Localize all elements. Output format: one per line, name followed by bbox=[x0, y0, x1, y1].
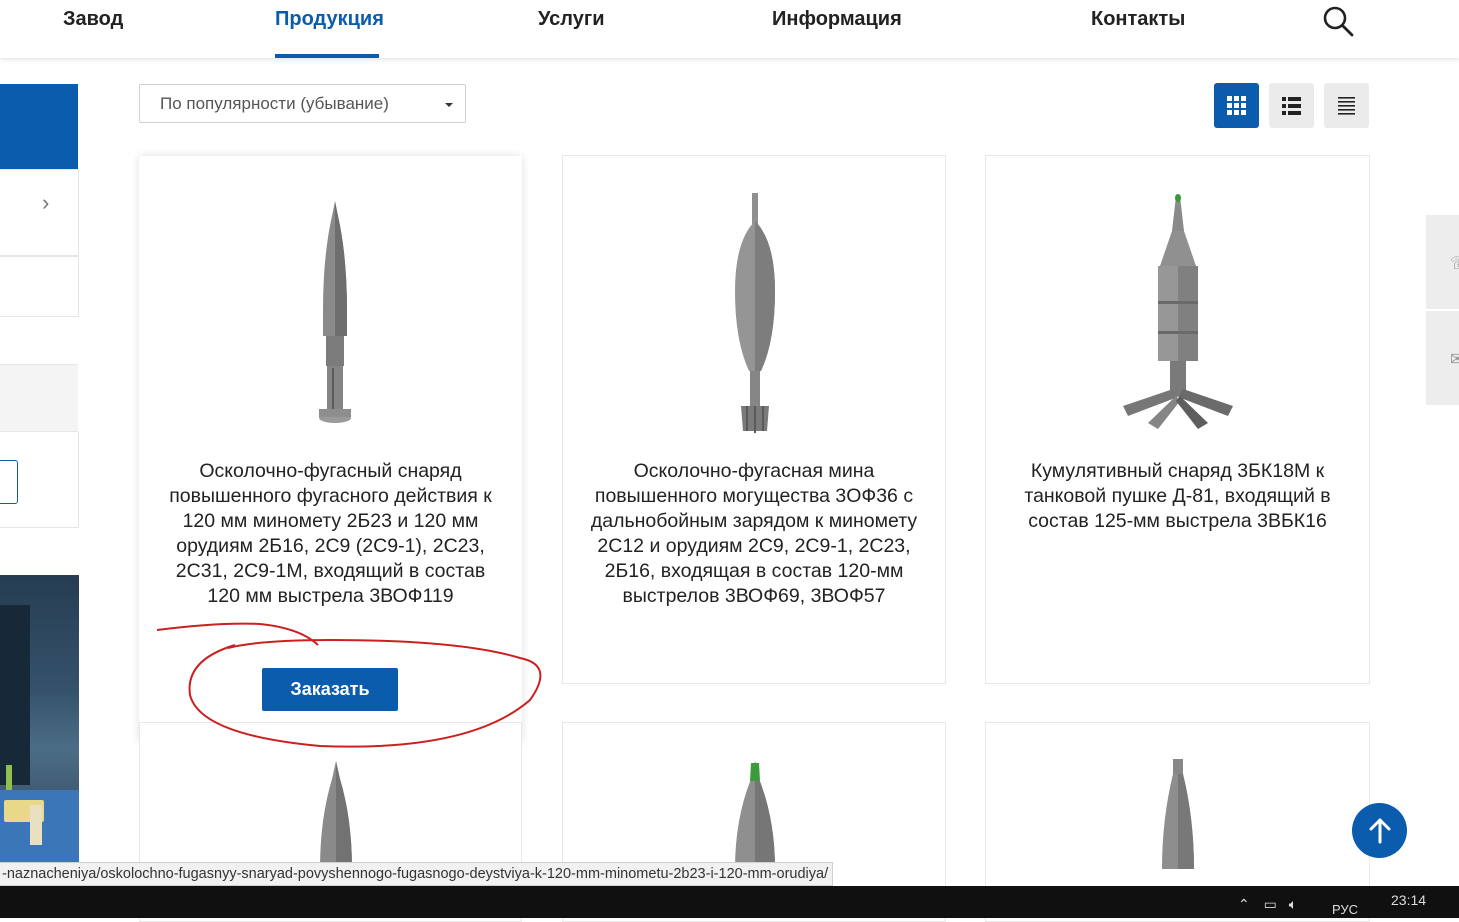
sidebar-filter-input[interactable] bbox=[0, 460, 18, 504]
top-navigation: Завод Продукция Услуги Информация Контак… bbox=[0, 0, 1459, 58]
product-image[interactable] bbox=[1148, 759, 1208, 869]
product-image[interactable] bbox=[723, 759, 787, 869]
tray-icons[interactable]: ⌃ ▭ 🔈︎ bbox=[1238, 896, 1297, 913]
input-language[interactable]: РУС bbox=[1332, 902, 1358, 917]
sidebar-banner-image[interactable] bbox=[0, 575, 79, 865]
os-taskbar: ⌃ ▭ 🔈︎ РУС 23:14 bbox=[0, 886, 1459, 918]
list-view-button[interactable] bbox=[1269, 83, 1314, 128]
sort-selected-label: По популярности (убывание) bbox=[160, 94, 389, 113]
product-card[interactable]: Кумулятивный снаряд 3БК18М к танковой пу… bbox=[985, 155, 1370, 684]
sidebar-category-row[interactable] bbox=[0, 256, 79, 317]
product-title[interactable]: Осколочно-фугасная мина повышенного могу… bbox=[563, 459, 945, 609]
volume-icon[interactable]: 🔈︎ bbox=[1289, 896, 1297, 912]
chevron-right-icon: › bbox=[42, 190, 50, 215]
list-view-icon bbox=[1282, 97, 1301, 115]
nav-item-produktsiya[interactable]: Продукция bbox=[275, 8, 384, 31]
chevron-up-icon[interactable]: ⌃ bbox=[1238, 896, 1250, 912]
scroll-to-top-button[interactable] bbox=[1352, 803, 1407, 858]
browser-status-url: -naznacheniya/oskolochno-fugasnyy-snarya… bbox=[0, 862, 834, 886]
grid-view-icon bbox=[1227, 96, 1246, 115]
mail-widget[interactable]: ✉ bbox=[1426, 311, 1459, 405]
sidebar-active-category[interactable] bbox=[0, 84, 78, 169]
nav-item-zavod[interactable]: Завод bbox=[63, 8, 123, 31]
active-nav-underline bbox=[275, 54, 379, 58]
nav-item-kontakty[interactable]: Контакты bbox=[1091, 8, 1185, 31]
product-image[interactable] bbox=[723, 191, 787, 436]
product-title[interactable]: Осколочно-фугасный снаряд повышенного фу… bbox=[139, 459, 522, 609]
grid-view-button[interactable] bbox=[1214, 83, 1259, 128]
nav-item-informatsiya[interactable]: Информация bbox=[772, 8, 902, 31]
nav-item-uslugi[interactable]: Услуги bbox=[538, 8, 605, 31]
mail-icon: ✉ bbox=[1450, 349, 1459, 369]
sidebar-category-row[interactable] bbox=[0, 169, 79, 256]
product-image[interactable] bbox=[1118, 191, 1238, 436]
order-button[interactable]: Заказать bbox=[262, 668, 398, 711]
compact-list-icon bbox=[1338, 97, 1355, 115]
sidebar-filter-header bbox=[0, 364, 78, 432]
product-title[interactable]: Кумулятивный снаряд 3БК18М к танковой пу… bbox=[986, 459, 1369, 534]
product-card[interactable]: Осколочно-фугасная мина повышенного могу… bbox=[562, 155, 946, 684]
product-card[interactable]: Осколочно-фугасный снаряд повышенного фу… bbox=[139, 156, 522, 742]
caret-down-icon bbox=[445, 103, 453, 107]
phone-widget[interactable]: ☏ bbox=[1426, 215, 1459, 309]
product-image[interactable] bbox=[305, 196, 365, 436]
network-icon[interactable]: ▭ bbox=[1264, 896, 1277, 912]
arrow-up-icon bbox=[1369, 818, 1391, 844]
clock[interactable]: 23:14 bbox=[1391, 892, 1426, 908]
compact-list-view-button[interactable] bbox=[1324, 83, 1369, 128]
sort-dropdown[interactable]: По популярности (убывание) bbox=[139, 84, 466, 123]
search-icon[interactable] bbox=[1322, 5, 1354, 37]
product-image[interactable] bbox=[306, 759, 366, 869]
phone-icon: ☏ bbox=[1450, 253, 1459, 274]
